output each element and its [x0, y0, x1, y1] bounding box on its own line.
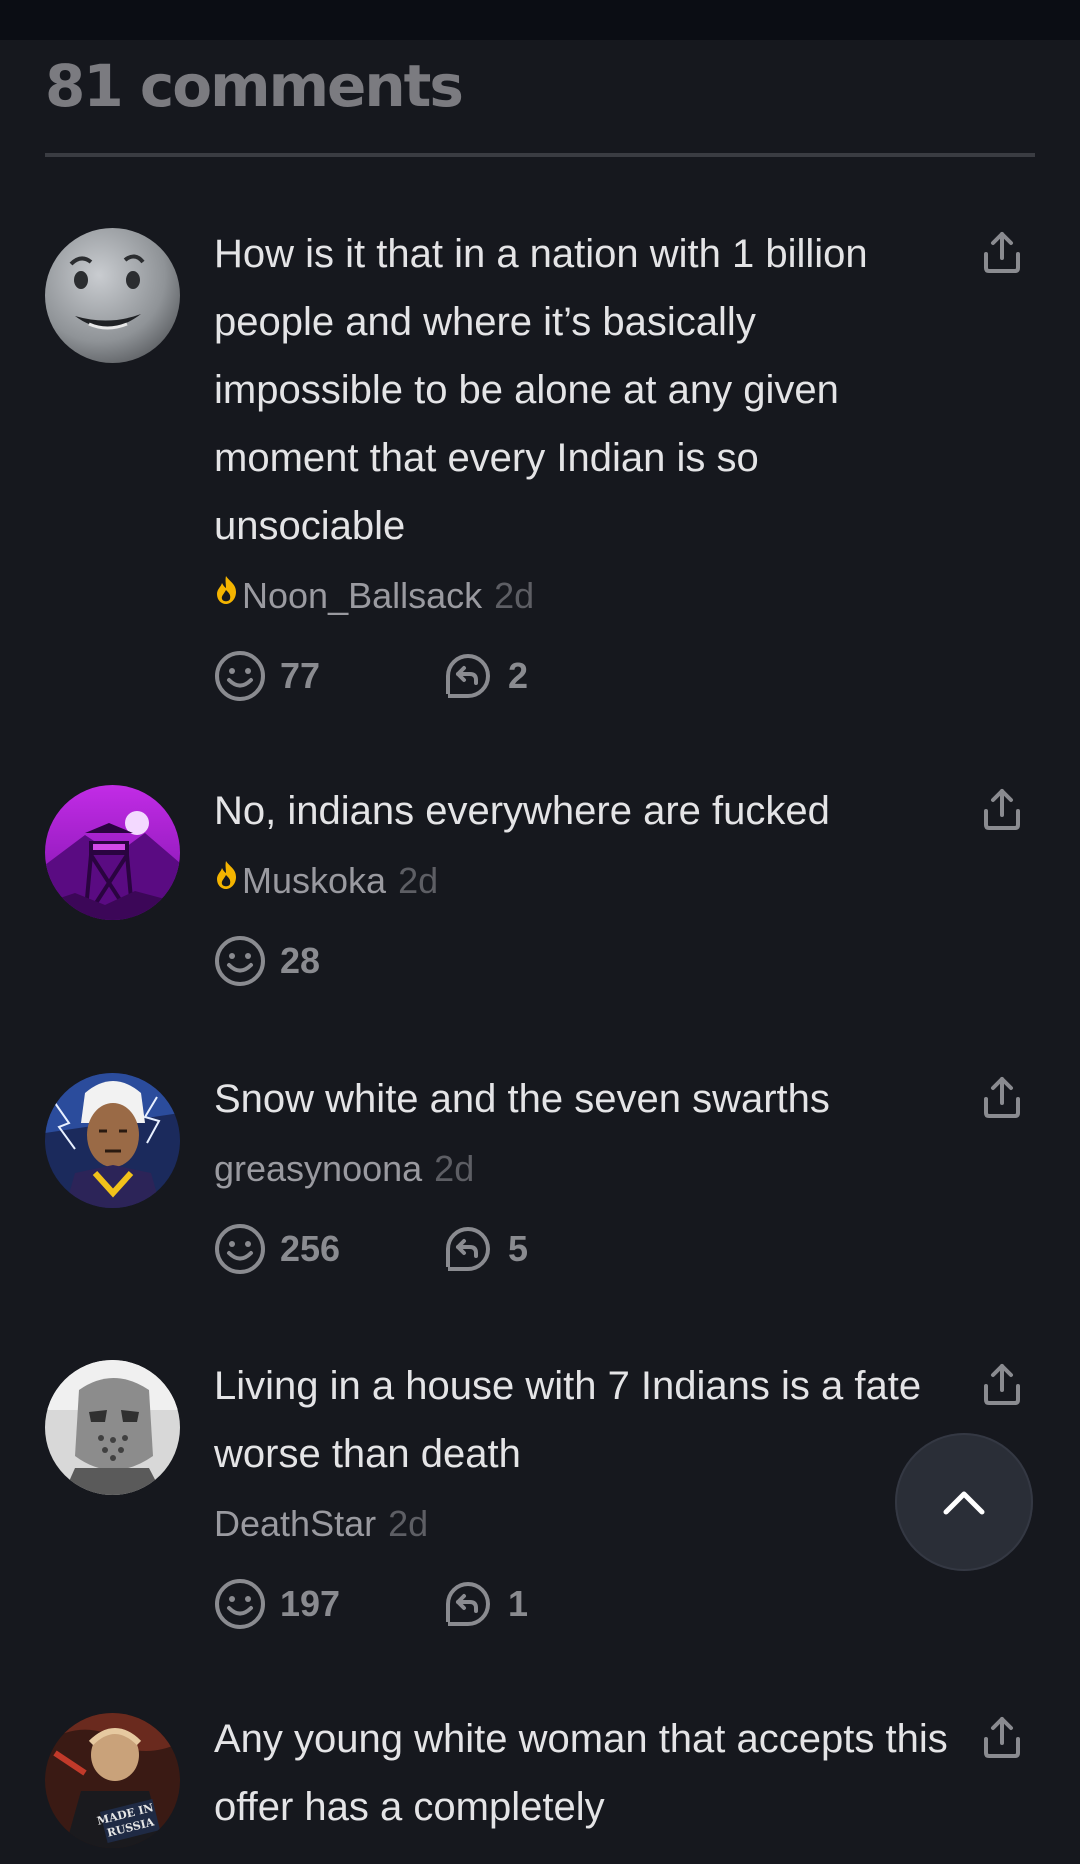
reaction-button[interactable]: 28 — [214, 935, 442, 987]
smiley-icon — [215, 1224, 265, 1274]
avatar[interactable] — [45, 228, 180, 363]
share-icon[interactable] — [980, 1713, 1024, 1761]
smiley-icon — [215, 651, 265, 701]
hockey-mask-icon — [45, 1360, 180, 1495]
anime-character-icon — [45, 1073, 180, 1208]
comment-age: 2d — [388, 1503, 429, 1544]
avatar[interactable] — [45, 785, 180, 920]
reply-count: 1 — [508, 1583, 529, 1624]
comment-text: Snow white and the seven swarths — [214, 1077, 830, 1121]
comment-username[interactable]: Muskoka — [242, 851, 386, 911]
comment-text: Any young white woman that accepts this … — [214, 1717, 948, 1829]
reaction-button[interactable]: 77 — [214, 650, 442, 702]
share-icon[interactable] — [980, 1073, 1024, 1121]
reaction-count: 197 — [280, 1583, 341, 1624]
comment-actions: 197 1 — [214, 1576, 954, 1632]
reply-button[interactable]: 2 — [442, 650, 670, 702]
comment-username[interactable]: Noon_Ballsack — [242, 566, 482, 626]
comment-meta: Noon_Ballsack 2d — [214, 566, 954, 626]
avatar[interactable] — [45, 1360, 180, 1495]
reply-icon — [446, 1227, 490, 1271]
share-icon[interactable] — [980, 785, 1024, 833]
comment-age: 2d — [434, 1148, 475, 1189]
comment-meta: DeathStar 2d — [214, 1494, 954, 1554]
comment-text: How is it that in a nation with 1 billio… — [214, 232, 868, 548]
reaction-button[interactable]: 197 — [214, 1578, 442, 1630]
avatar[interactable]: MADE IN RUSSIA — [45, 1713, 180, 1848]
share-icon[interactable] — [980, 1360, 1024, 1408]
reply-icon — [446, 1582, 490, 1626]
reply-button[interactable]: 5 — [442, 1223, 670, 1275]
flame-badge-icon — [217, 861, 236, 889]
reply-icon — [446, 654, 490, 698]
comment-meta: greasynoona 2d — [214, 1139, 954, 1199]
reply-count: 5 — [508, 1228, 529, 1269]
comment-age: 2d — [494, 575, 535, 616]
reaction-button[interactable]: 256 — [214, 1223, 442, 1275]
reply-count: 2 — [508, 655, 529, 696]
smiley-icon — [215, 936, 265, 986]
status-bar — [0, 0, 1080, 40]
share-icon[interactable] — [980, 228, 1024, 276]
watchtower-icon — [45, 785, 180, 920]
reaction-count: 256 — [280, 1228, 341, 1269]
header-divider — [45, 153, 1035, 157]
comment-text: No, indians everywhere are fucked — [214, 789, 830, 833]
avatar[interactable] — [45, 1073, 180, 1208]
made-in-russia-icon: MADE IN RUSSIA — [45, 1713, 180, 1848]
scroll-to-top-button[interactable] — [895, 1433, 1033, 1571]
smiling-moon-icon — [45, 228, 180, 363]
flame-badge-icon — [217, 576, 236, 604]
comment-actions: 77 2 — [214, 648, 954, 704]
reaction-count: 77 — [280, 655, 321, 696]
chevron-up-icon — [943, 1491, 985, 1515]
comment-text: Living in a house with 7 Indians is a fa… — [214, 1364, 922, 1476]
reaction-count: 28 — [280, 940, 321, 981]
comment-username[interactable]: DeathStar — [214, 1494, 376, 1554]
comment-age: 2d — [398, 860, 439, 901]
comment-meta: Muskoka 2d — [214, 851, 954, 911]
comment-actions: 256 5 — [214, 1221, 954, 1277]
comment-actions: 28 — [214, 933, 954, 989]
comments-count-title: 81 comments — [45, 52, 464, 120]
reply-button[interactable]: 1 — [442, 1578, 670, 1630]
smiley-icon — [215, 1579, 265, 1629]
comment-username[interactable]: greasynoona — [214, 1139, 422, 1199]
